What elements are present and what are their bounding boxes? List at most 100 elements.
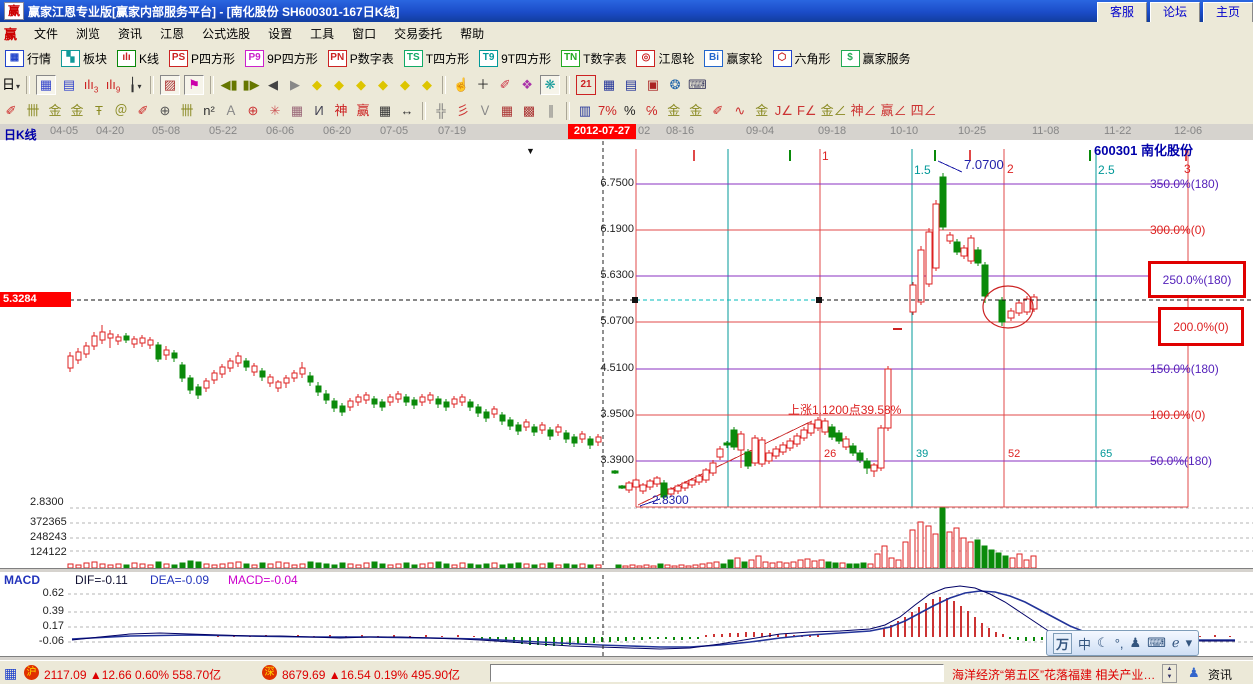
tool-icon-toolbar3-37[interactable]: F∠ <box>797 102 817 120</box>
toolbar-item-9T四方形[interactable]: T99T四方形 <box>479 50 551 67</box>
tool-icon-toolbar3-11[interactable]: ⊕ <box>244 102 262 120</box>
tool-icon-toolbar3-17[interactable]: ▦ <box>376 102 394 120</box>
tool-icon-toolbar3-2[interactable]: 金 <box>46 102 64 120</box>
ime-icon-0[interactable]: 万 <box>1053 633 1072 654</box>
tool-icon-toolbar3-23[interactable]: ▦ <box>498 102 516 120</box>
titlebar-button-主页[interactable]: 主页 <box>1203 2 1253 23</box>
toolbar-item-赢家轮[interactable]: Bi赢家轮 <box>704 50 762 67</box>
toolbar-item-K线[interactable]: ılıK线 <box>117 50 159 67</box>
tool-icon-toolbar2-16[interactable]: ◆ <box>330 76 348 94</box>
tool-icon-toolbar2-17[interactable]: ◆ <box>352 76 370 94</box>
tool-icon-toolbar2-19[interactable]: ◆ <box>396 76 414 94</box>
tool-icon-toolbar3-25[interactable]: ∥ <box>542 102 560 120</box>
tool-icon-toolbar3-9[interactable]: n² <box>200 102 218 120</box>
menu-item-文件[interactable]: 文件 <box>25 23 67 44</box>
menu-item-江恩[interactable]: 江恩 <box>151 23 193 44</box>
tool-icon-toolbar2-18[interactable]: ◆ <box>374 76 392 94</box>
tool-icon-toolbar3-31[interactable]: 金 <box>665 102 683 120</box>
tool-icon-toolbar2-26[interactable]: ❋ <box>540 75 560 95</box>
tool-icon-toolbar2-8[interactable]: ▨ <box>160 75 180 95</box>
tool-icon-toolbar3-35[interactable]: 金 <box>753 102 771 120</box>
titlebar-button-论坛[interactable]: 论坛 <box>1150 2 1200 23</box>
tool-icon-toolbar3-39[interactable]: 神∠ <box>851 102 877 120</box>
tool-icon-toolbar3-10[interactable]: Ａ <box>222 102 240 120</box>
menu-item-交易委托[interactable]: 交易委托 <box>385 23 451 44</box>
ime-icon-5[interactable]: ⌨ <box>1147 635 1166 651</box>
tool-icon-toolbar2-32[interactable]: ❂ <box>666 76 684 94</box>
news-ticker[interactable]: 海洋经济“第五区”花落福建 相关产业… <box>952 666 1160 683</box>
tool-icon-toolbar3-12[interactable]: ✳ <box>266 102 284 120</box>
tool-icon-toolbar2-33[interactable]: ⌨ <box>688 76 707 94</box>
tool-icon-toolbar3-5[interactable]: ＠ <box>112 102 130 120</box>
toolbar-item-六角形[interactable]: ⬡六角形 <box>773 50 831 67</box>
tool-icon-toolbar3-6[interactable]: ✐ <box>134 102 152 120</box>
tool-icon-toolbar3-38[interactable]: 金∠ <box>821 102 847 120</box>
tool-icon-toolbar3-40[interactable]: 赢∠ <box>881 102 907 120</box>
toolbar-item-9P四方形[interactable]: P99P四方形 <box>245 50 318 67</box>
menu-item-窗口[interactable]: 窗口 <box>343 23 385 44</box>
tool-icon-toolbar3-29[interactable]: % <box>621 102 639 120</box>
tool-icon-toolbar2-20[interactable]: ◆ <box>418 76 436 94</box>
tool-icon-toolbar3-30[interactable]: ℅ <box>643 102 661 120</box>
tool-icon-toolbar3-41[interactable]: 四∠ <box>911 102 937 120</box>
tool-icon-toolbar3-21[interactable]: 彡 <box>454 102 472 120</box>
tool-icon-toolbar2-25[interactable]: ❖ <box>518 76 536 94</box>
tool-icon-toolbar3-20[interactable]: ╬ <box>432 102 450 120</box>
shenzhen-index-quote[interactable]: 8679.69 ▲16.54 0.19% 495.90亿 <box>282 666 460 683</box>
tool-icon-toolbar3-3[interactable]: 金 <box>68 102 86 120</box>
tool-icon-toolbar2-13[interactable]: ◀ <box>264 76 282 94</box>
tool-icon-toolbar2-30[interactable]: ▤ <box>622 76 640 94</box>
tool-icon-toolbar3-32[interactable]: 金 <box>687 102 705 120</box>
tool-icon-toolbar2-24[interactable]: ✐ <box>496 76 514 94</box>
toolbar-item-江恩轮[interactable]: ◎江恩轮 <box>636 50 694 67</box>
ime-icon-6[interactable]: ℯ <box>1172 635 1180 651</box>
tool-icon-toolbar2-29[interactable]: ▦ <box>600 76 618 94</box>
tool-icon-toolbar3-15[interactable]: 神 <box>332 102 350 120</box>
toolbar-item-T数字表[interactable]: TNT数字表 <box>561 50 626 67</box>
tool-icon-toolbar2-31[interactable]: ▣ <box>644 76 662 94</box>
tool-icon-toolbar3-13[interactable]: ▦ <box>288 102 306 120</box>
status-input[interactable] <box>490 664 944 682</box>
tool-icon-toolbar3-14[interactable]: И <box>310 102 328 120</box>
toolbar-item-行情[interactable]: ▦行情 <box>5 50 51 67</box>
menu-item-公式选股[interactable]: 公式选股 <box>193 23 259 44</box>
ime-icon-2[interactable]: ☾ <box>1097 635 1109 651</box>
tool-icon-toolbar3-4[interactable]: Ŧ <box>90 102 108 120</box>
tool-icon-toolbar2-11[interactable]: ◀▮ <box>220 76 238 94</box>
tool-icon-toolbar2-23[interactable]: ＋ <box>474 76 492 94</box>
tool-icon-toolbar2-9[interactable]: ⚑ <box>184 75 204 95</box>
tool-icon-toolbar3-36[interactable]: J∠ <box>775 102 793 120</box>
tool-icon-toolbar3-27[interactable]: ▥ <box>576 102 594 120</box>
news-spinner[interactable]: ▲▼ <box>1162 664 1177 683</box>
tool-icon-toolbar2-4[interactable]: ılı3 <box>82 76 100 94</box>
titlebar-button-客服[interactable]: 客服 <box>1097 2 1147 23</box>
tool-icon-toolbar3-18[interactable]: ↔ <box>398 102 416 120</box>
tool-icon-toolbar3-34[interactable]: ∿ <box>731 102 749 120</box>
menu-item-帮助[interactable]: 帮助 <box>451 23 493 44</box>
toolbar-item-T四方形[interactable]: TST四方形 <box>404 50 469 67</box>
tool-icon-toolbar3-16[interactable]: 赢 <box>354 102 372 120</box>
toolbar-item-P数字表[interactable]: PNP数字表 <box>328 50 394 67</box>
panel-divider[interactable] <box>0 568 1253 573</box>
tool-icon-toolbar3-22[interactable]: Ｖ <box>476 102 494 120</box>
tool-icon-toolbar2-2[interactable]: ▦ <box>36 75 56 95</box>
ime-icon-4[interactable]: ♟ <box>1130 635 1142 651</box>
tool-icon-toolbar2-12[interactable]: ▮▶ <box>242 76 260 94</box>
tool-icon-toolbar2-5[interactable]: ılı9 <box>104 76 122 94</box>
shanghai-index-quote[interactable]: 2117.09 ▲12.66 0.60% 558.70亿 <box>44 666 221 683</box>
ime-icon-1[interactable]: 中 <box>1078 634 1091 653</box>
tool-icon-toolbar2-22[interactable]: ☝ <box>452 76 470 94</box>
menu-item-资讯[interactable]: 资讯 <box>109 23 151 44</box>
tool-icon-toolbar2-14[interactable]: ▶ <box>286 76 304 94</box>
menu-item-工具[interactable]: 工具 <box>301 23 343 44</box>
tool-icon-toolbar2-15[interactable]: ◆ <box>308 76 326 94</box>
toolbar-item-板块[interactable]: ▚板块 <box>61 50 107 67</box>
tool-icon-toolbar3-7[interactable]: ⊕ <box>156 102 174 120</box>
ime-language-bar[interactable]: 万中☾°,♟⌨ℯ▾ <box>1046 630 1199 656</box>
ime-icon-3[interactable]: °, <box>1115 636 1124 651</box>
toolbar-item-P四方形[interactable]: PSP四方形 <box>169 50 235 67</box>
tool-icon-toolbar3-1[interactable]: 卌 <box>24 102 42 120</box>
tool-icon-toolbar2-6[interactable]: ╽▾ <box>126 76 144 94</box>
tool-icon-toolbar3-8[interactable]: 卌 <box>178 102 196 120</box>
tool-icon-toolbar2-3[interactable]: ▤ <box>60 76 78 94</box>
